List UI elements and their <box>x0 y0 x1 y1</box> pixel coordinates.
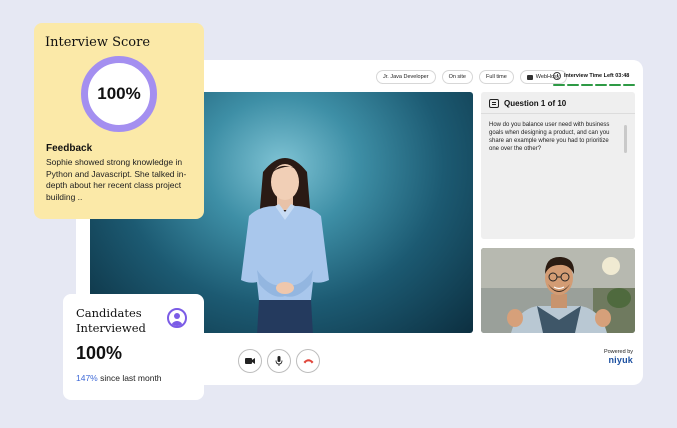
powered-by: Powered by niyuk <box>604 349 633 365</box>
candidates-title: Candidates Interviewed <box>76 306 146 335</box>
progress-segment <box>623 84 635 86</box>
job-info-bar: Jr. Java Developer On site Full time Web… <box>376 70 567 84</box>
progress-segment <box>609 84 621 86</box>
feedback-text: Sophie showed strong knowledge in Python… <box>46 157 187 202</box>
progress-segment <box>595 84 607 86</box>
call-controls <box>238 349 320 373</box>
progress-segment <box>553 84 565 86</box>
score-ring: 100% <box>81 56 157 132</box>
clock-icon <box>553 72 561 80</box>
chip-location: On site <box>441 70 473 84</box>
candidates-card: Candidates Interviewed 100% 147% since l… <box>63 294 204 400</box>
candidates-growth: 147% since last month <box>76 373 162 383</box>
question-scrollbar[interactable] <box>624 125 627 153</box>
progress-segment <box>581 84 593 86</box>
question-counter: Question 1 of 10 <box>504 99 567 108</box>
chip-employment-type: Full time <box>479 70 514 84</box>
brand-logo: niyuk <box>608 355 633 365</box>
question-text: How do you balance user need with busine… <box>489 122 610 152</box>
camera-button[interactable] <box>238 349 262 373</box>
interview-timer: Interview Time Left 03:48 <box>553 72 635 86</box>
timer-progress <box>553 84 635 86</box>
progress-segment <box>567 84 579 86</box>
timer-label: Interview Time Left 03:48 <box>564 73 630 79</box>
mic-icon <box>275 356 283 366</box>
mic-button[interactable] <box>267 349 291 373</box>
candidate-avatar <box>481 248 635 333</box>
growth-text: since last month <box>97 373 162 383</box>
candidate-video <box>481 248 635 333</box>
score-value: 100% <box>97 84 141 103</box>
interview-score-card: Interview Score 100% Feedback Sophie sho… <box>34 23 204 219</box>
growth-percent: 147% <box>76 373 98 383</box>
question-panel: Question 1 of 10 How do you balance user… <box>481 92 635 239</box>
chip-role: Jr. Java Developer <box>376 70 436 84</box>
camera-icon <box>245 358 255 364</box>
end-call-button[interactable] <box>296 349 320 373</box>
interviewer-avatar <box>241 158 329 333</box>
candidates-value: 100% <box>76 343 123 363</box>
score-card-title: Interview Score <box>45 35 151 50</box>
briefcase-icon <box>526 74 533 80</box>
user-icon <box>167 308 187 328</box>
feedback-title: Feedback <box>46 143 93 154</box>
hang-up-icon <box>303 359 313 364</box>
chat-icon <box>489 99 499 108</box>
